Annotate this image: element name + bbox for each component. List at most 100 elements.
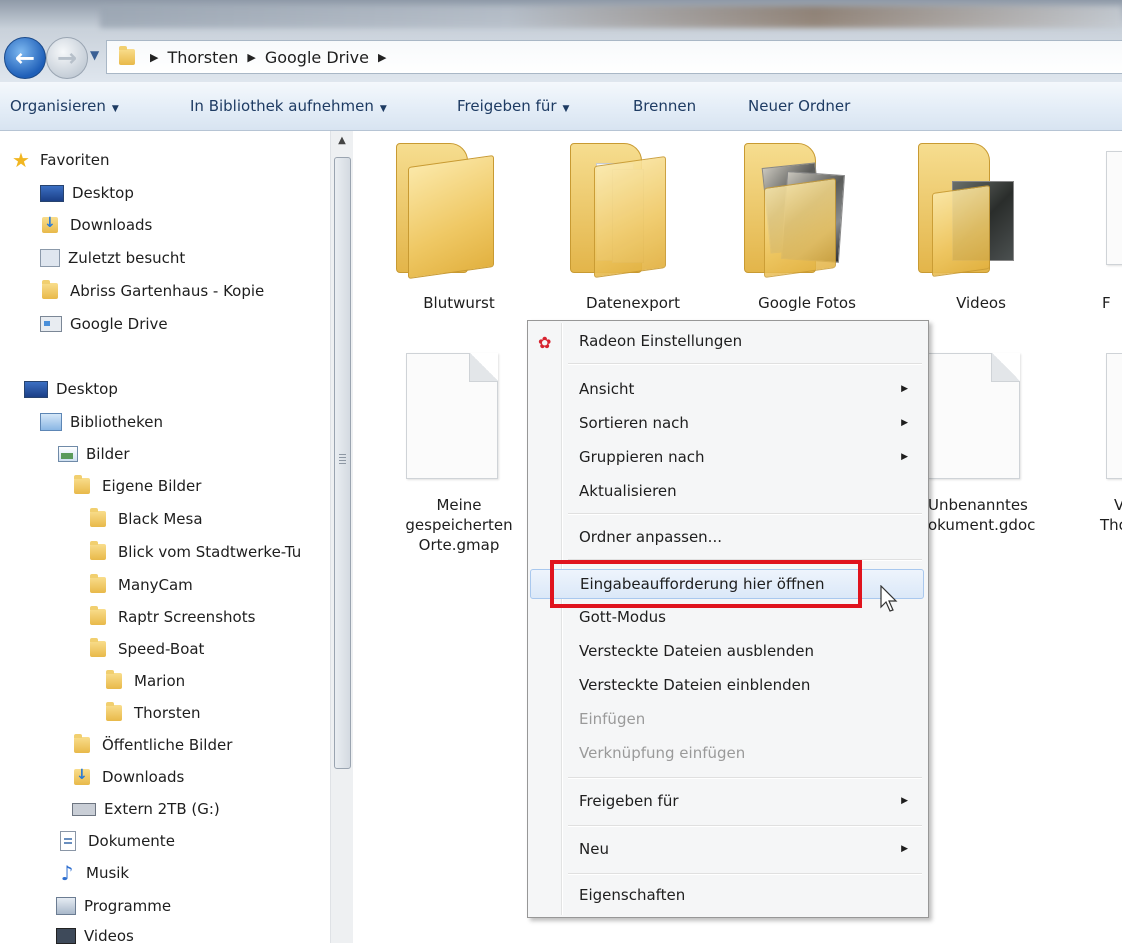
menu-separator <box>568 777 922 779</box>
new-folder-button[interactable]: Neuer Ordner <box>748 97 850 115</box>
folder-item[interactable]: Datenexport <box>558 143 708 323</box>
breadcrumb-google-drive[interactable]: Google Drive <box>265 48 369 67</box>
tree-label: ManyCam <box>118 576 193 594</box>
tree-label: Blick vom Stadtwerke-Tu <box>118 543 302 561</box>
menu-paste: Einfügen <box>530 705 924 735</box>
tree-thorsten[interactable]: Thorsten <box>104 698 200 728</box>
nav-recent[interactable]: Zuletzt besucht <box>40 243 185 273</box>
folder-icon <box>396 143 494 280</box>
menu-customize-folder[interactable]: Ordner anpassen... <box>530 523 924 553</box>
file-item[interactable]: V Tho <box>1080 353 1122 553</box>
file-item[interactable]: Meine gespeicherten Orte.gmap <box>384 353 534 573</box>
tree-speed-boat[interactable]: Speed-Boat <box>88 634 204 664</box>
breadcrumb-separator-icon[interactable]: ▶ <box>247 51 255 64</box>
tree-videos[interactable]: Videos <box>56 921 134 951</box>
nav-label: Zuletzt besucht <box>68 249 186 267</box>
breadcrumb-separator-icon[interactable]: ▶ <box>150 51 158 64</box>
tree-desktop[interactable]: Desktop <box>24 374 118 404</box>
back-button[interactable]: ← <box>4 37 46 79</box>
tree-raptr[interactable]: Raptr Screenshots <box>88 602 255 632</box>
submenu-arrow-icon: ▶ <box>901 418 908 428</box>
nav-label: Abriss Gartenhaus - Kopie <box>70 282 265 300</box>
organize-menu[interactable]: Organisieren ▼ <box>10 97 119 115</box>
menu-radeon-settings[interactable]: ✿ Radeon Einstellungen <box>530 327 924 357</box>
folder-item[interactable]: Videos <box>906 143 1056 323</box>
folder-item[interactable]: F <box>1080 143 1122 323</box>
desktop-icon <box>40 184 64 202</box>
menu-label: Sortieren nach <box>579 414 689 432</box>
menu-label: Einfügen <box>579 710 646 728</box>
tree-label: Eigene Bilder <box>102 477 202 495</box>
tree-music[interactable]: ♪ Musik <box>56 858 130 888</box>
menu-share-with[interactable]: Freigeben für ▶ <box>530 787 924 817</box>
google-drive-icon <box>40 316 62 332</box>
tree-label: Bilder <box>86 445 130 463</box>
folder-label: Google Fotos <box>758 294 856 312</box>
nav-downloads[interactable]: Downloads <box>40 210 152 240</box>
tree-blick[interactable]: Blick vom Stadtwerke-Tu <box>88 537 330 567</box>
menu-view[interactable]: Ansicht ▶ <box>530 375 924 405</box>
file-label-line: Tho <box>1100 516 1122 534</box>
menu-label: Versteckte Dateien einblenden <box>579 676 811 694</box>
menu-show-hidden-files[interactable]: Versteckte Dateien einblenden <box>530 671 924 701</box>
scrollbar-thumb[interactable] <box>334 157 351 769</box>
tree-libraries[interactable]: Bibliotheken <box>40 407 163 437</box>
tree-label: Dokumente <box>88 832 175 850</box>
menu-label: Eigenschaften <box>579 886 686 904</box>
programs-icon <box>56 897 76 915</box>
folder-label: F <box>1102 294 1111 312</box>
tree-documents[interactable]: Dokumente <box>56 826 175 856</box>
nav-scrollbar[interactable]: ▲ <box>330 131 353 943</box>
file-label-line: okument.gdoc <box>928 516 1036 534</box>
forward-button[interactable]: → <box>46 37 88 79</box>
recent-pages-chevron-icon[interactable]: ▼ <box>90 48 99 62</box>
nav-label: Downloads <box>70 216 153 234</box>
hard-drive-icon <box>72 802 96 816</box>
nav-abriss[interactable]: Abriss Gartenhaus - Kopie <box>40 276 264 306</box>
burn-button[interactable]: Brennen <box>633 97 696 115</box>
tree-extern[interactable]: Extern 2TB (G:) <box>72 794 220 824</box>
tree-my-pictures[interactable]: Eigene Bilder <box>72 471 201 501</box>
folder-label: Datenexport <box>586 294 680 312</box>
menu-refresh[interactable]: Aktualisieren <box>530 477 924 507</box>
tree-public-pictures[interactable]: Öffentliche Bilder <box>72 730 232 760</box>
address-box[interactable]: ▶ Thorsten ▶ Google Drive ▶ <box>106 40 1122 74</box>
breadcrumb-thorsten[interactable]: Thorsten <box>167 48 238 67</box>
tree-label: Extern 2TB (G:) <box>104 800 220 818</box>
menu-sort-by[interactable]: Sortieren nach ▶ <box>530 409 924 439</box>
file-label-line: V <box>1114 496 1122 514</box>
document-icon <box>928 353 1020 479</box>
document-icon <box>1106 353 1122 479</box>
tree-label: Black Mesa <box>118 510 203 528</box>
folder-item[interactable]: Google Fotos <box>732 143 882 323</box>
folder-icon <box>90 638 106 657</box>
menu-label: Gruppieren nach <box>579 448 705 466</box>
menu-new[interactable]: Neu ▶ <box>530 835 924 865</box>
tree-pictures[interactable]: Bilder <box>58 439 130 469</box>
breadcrumb-separator-icon[interactable]: ▶ <box>378 51 386 64</box>
submenu-arrow-icon: ▶ <box>901 844 908 854</box>
menu-properties[interactable]: Eigenschaften <box>530 881 924 911</box>
menu-hide-hidden-files[interactable]: Versteckte Dateien ausblenden <box>530 637 924 667</box>
tree-manycam[interactable]: ManyCam <box>88 570 193 600</box>
chevron-down-icon: ▼ <box>111 104 119 114</box>
nav-favorites[interactable]: ★ Favoriten <box>10 145 109 175</box>
submenu-arrow-icon: ▶ <box>901 384 908 394</box>
menu-label: Ansicht <box>579 380 635 398</box>
tree-marion[interactable]: Marion <box>104 666 185 696</box>
tree-black-mesa[interactable]: Black Mesa <box>88 504 203 534</box>
nav-google-drive[interactable]: Google Drive <box>40 309 168 339</box>
tree-programs[interactable]: Programme <box>56 891 171 921</box>
menu-paste-shortcut: Verknüpfung einfügen <box>530 739 924 769</box>
menu-group-by[interactable]: Gruppieren nach ▶ <box>530 443 924 473</box>
folder-label: Blutwurst <box>423 294 495 312</box>
folder-item[interactable]: Blutwurst <box>384 143 534 323</box>
library-menu[interactable]: In Bibliothek aufnehmen ▼ <box>190 97 387 115</box>
file-label-line: Orte.gmap <box>418 536 500 554</box>
share-menu[interactable]: Freigeben für ▼ <box>457 97 569 115</box>
share-label: Freigeben für <box>457 97 557 115</box>
tree-label: Programme <box>84 897 172 915</box>
nav-desktop[interactable]: Desktop <box>40 178 134 208</box>
tree-downloads[interactable]: Downloads <box>72 762 184 792</box>
scroll-up-icon[interactable]: ▲ <box>331 131 353 151</box>
